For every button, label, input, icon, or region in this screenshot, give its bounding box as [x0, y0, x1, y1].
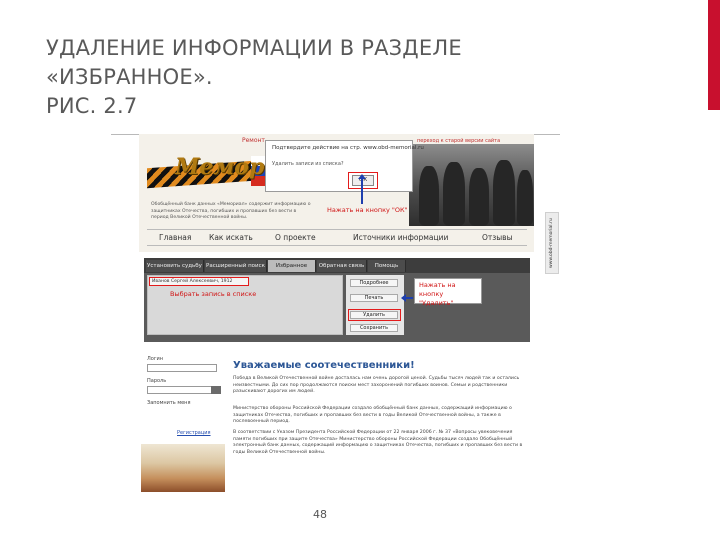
slide-title-line-2: «ИЗБРАННОЕ».: [46, 65, 213, 89]
side-badge: www.obd-memorial.ru: [545, 212, 559, 274]
slide-title: УДАЛЕНИЕ ИНФОРМАЦИИ В РАЗДЕЛЕ «ИЗБРАННОЕ…: [46, 34, 666, 121]
welcome-paragraph-2: Министерство обороны Российской Федераци…: [233, 406, 512, 425]
menu-item-reviews[interactable]: Отзывы: [482, 233, 513, 242]
menu-item-sources[interactable]: Источники информации: [353, 233, 448, 242]
arrow-to-ok-icon: [358, 174, 366, 204]
list-item-selected[interactable]: Иванов Сергей Алексеевич, 1912: [149, 277, 249, 286]
soldiers-photo: [409, 144, 534, 226]
dialog-question: Удалить записи из списка?: [272, 161, 344, 167]
slide-title-line-3: РИС. 2.7: [46, 94, 138, 118]
password-input[interactable]: [147, 386, 217, 394]
favorites-actions: Подробнее Печать Удалить Сохранить: [346, 275, 404, 335]
arrow-to-delete-icon: [401, 294, 413, 302]
login-input[interactable]: [147, 364, 217, 372]
welcome-paragraph-1: Победа в Великой Отечественной войне дос…: [233, 376, 520, 395]
confirm-dialog: Подтвердите действие на стр. www.obd-mem…: [265, 140, 424, 192]
annotation-press-delete: Нажать на кнопку "Удалить": [414, 278, 482, 307]
menu-item-home[interactable]: Главная: [159, 233, 191, 242]
tab-help[interactable]: Помощь: [368, 260, 406, 272]
favorites-screenshot: Установить судьбу Расширенный поиск Избр…: [144, 258, 530, 342]
remember-label[interactable]: Запомнить меня: [147, 400, 190, 406]
site-header-screenshot: Ремонт переход к старой версии сайта Мем…: [139, 134, 534, 252]
main-menu: Главная Как искать О проекте Источники и…: [147, 229, 527, 246]
header-link-left[interactable]: Ремонт: [242, 137, 265, 144]
slide-title-line-1: УДАЛЕНИЕ ИНФОРМАЦИИ В РАЗДЕЛЕ: [46, 36, 462, 60]
details-button[interactable]: Подробнее: [350, 279, 398, 287]
tab-find-fate[interactable]: Установить судьбу: [146, 260, 204, 272]
page-number: 48: [313, 508, 327, 521]
save-button[interactable]: Сохранить: [350, 324, 398, 332]
dialog-message: Подтвердите действие на стр. www.obd-mem…: [272, 145, 424, 151]
accent-bar: [708, 0, 720, 110]
tab-feedback[interactable]: Обратная связь: [317, 260, 367, 272]
tab-bar: Установить судьбу Расширенный поиск Избр…: [144, 258, 530, 273]
login-form: Логин Пароль Запомнить меня Регистрация: [147, 356, 221, 440]
tab-favorites[interactable]: Избранное: [268, 260, 316, 272]
password-label: Пароль: [147, 378, 167, 384]
favorites-list: Иванов Сергей Алексеевич, 1912 Выбрать з…: [147, 275, 343, 335]
menu-item-about[interactable]: О проекте: [275, 233, 316, 242]
home-page-screenshot: Логин Пароль Запомнить меня Регистрация …: [141, 346, 533, 492]
landscape-image: [141, 444, 225, 492]
annotation-select-record: Выбрать запись в списке: [170, 290, 257, 298]
tab-advanced-search[interactable]: Расширенный поиск: [205, 260, 267, 272]
menu-item-how-to-search[interactable]: Как искать: [209, 233, 253, 242]
welcome-paragraph-3: В соответствии с Указом Президента Росси…: [233, 430, 523, 455]
print-button[interactable]: Печать: [350, 294, 398, 302]
login-submit-button[interactable]: [211, 386, 221, 394]
delete-button[interactable]: Удалить: [350, 311, 398, 319]
login-label: Логин: [147, 356, 163, 362]
register-link[interactable]: Регистрация: [177, 430, 211, 436]
annotation-press-ok: Нажать на кнопку "ОК": [327, 206, 408, 214]
welcome-heading: Уважаемые соотечественники!: [233, 360, 415, 371]
intro-text: Обобщённый банк данных «Мемориал» содерж…: [151, 202, 311, 220]
